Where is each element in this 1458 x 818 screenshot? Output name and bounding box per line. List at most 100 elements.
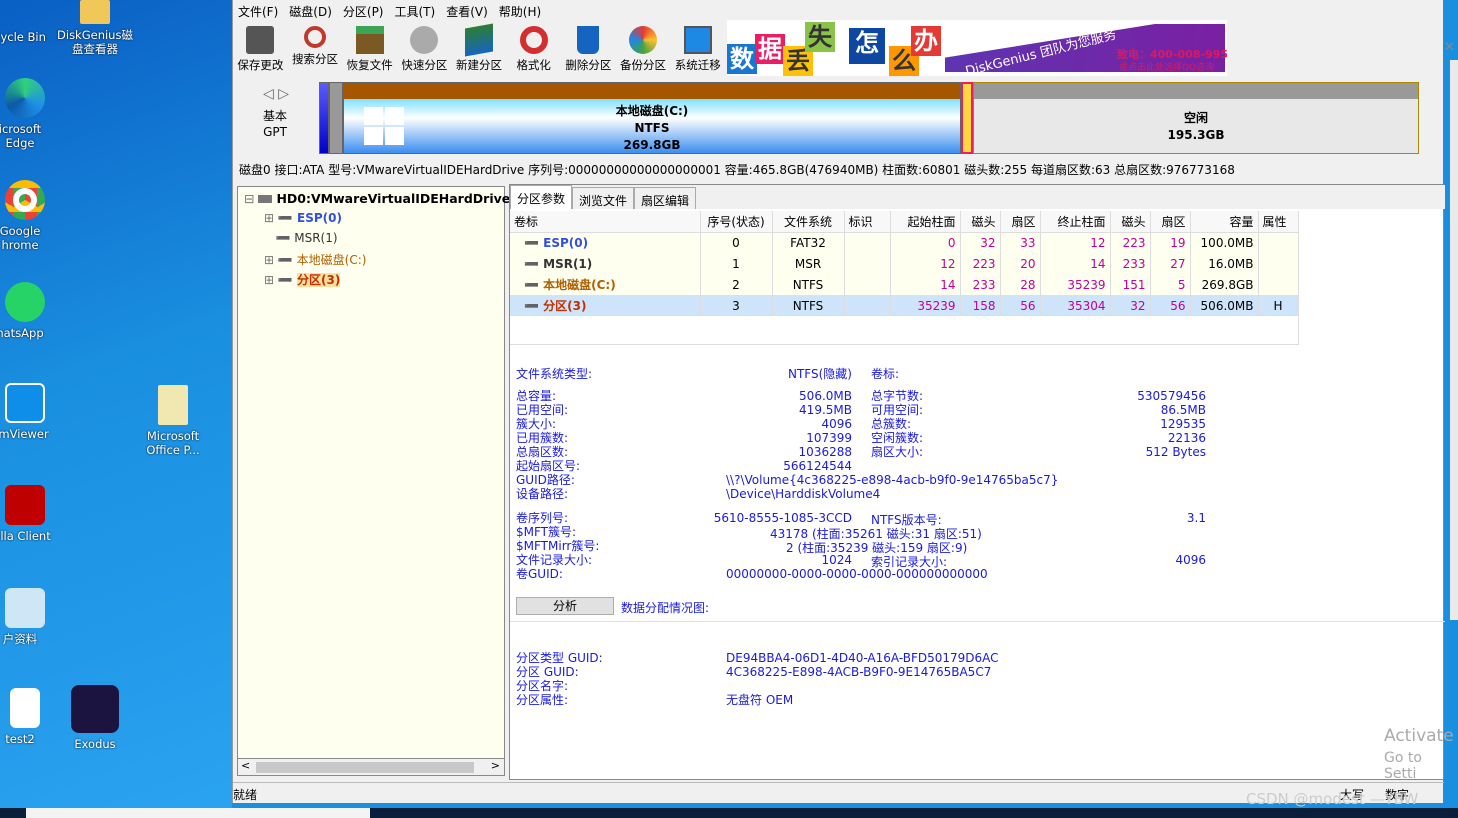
cell: 3	[700, 295, 773, 316]
ntfs-vol-guid: 00000000-0000-0000-0000-000000000000	[726, 567, 988, 581]
office-shortcut[interactable]: Microsoft Office P...	[128, 385, 218, 457]
banner-qq: 或点击此处选择QQ咨询	[1119, 63, 1215, 73]
status-text: 就绪	[233, 788, 258, 802]
exodus-icon	[71, 685, 119, 733]
menu-disk[interactable]: 磁盘(D)	[284, 0, 338, 20]
close-icon[interactable]: ✕	[1444, 40, 1455, 55]
col-header[interactable]: 卷标	[510, 211, 701, 233]
tree-item-msr[interactable]: ➖ MSR(1)	[264, 231, 337, 245]
col-header[interactable]: 起始柱面	[890, 211, 961, 233]
detail-panel: 分区参数 浏览文件 扇区编辑 卷标 序号(状态) 文件系统 标识 起始柱面 磁头…	[509, 184, 1445, 780]
trash-icon	[577, 26, 600, 54]
table-row[interactable]: ➖ 本地磁盘(C:) 2 NTFS 14 233 28 35239 151 5 …	[510, 274, 1299, 295]
cell: 12	[890, 253, 961, 274]
lifebuoy-icon	[519, 26, 548, 54]
diskgenius-viewer-shortcut[interactable]: DiskGenius磁 盘查看器	[50, 0, 140, 56]
format-button[interactable]: 格式化	[506, 22, 561, 76]
search-partition-button[interactable]: 搜索分区	[288, 22, 343, 76]
tree-hscrollbar[interactable]: < >	[237, 758, 505, 776]
label: 可用空间:	[871, 403, 924, 417]
new-partition-button[interactable]: 新建分区	[452, 22, 507, 76]
partition-icon: ➖	[277, 273, 297, 287]
file-icon	[10, 688, 40, 728]
quick-partition-button[interactable]: 快速分区	[397, 22, 452, 76]
cell: 12	[1040, 232, 1111, 253]
filezilla-shortcut[interactable]: Zilla Client	[0, 485, 65, 543]
menu-file[interactable]: 文件(F)	[233, 0, 284, 20]
menu-help[interactable]: 帮助(H)	[494, 0, 547, 20]
col-header[interactable]: 扇区	[1150, 211, 1191, 233]
col-header[interactable]: 磁头	[1110, 211, 1151, 233]
col-header[interactable]: 序号(状态)	[700, 211, 773, 233]
value: DE94BBA4-06D1-4D40-A16A-BFD50179D6AC	[726, 651, 999, 665]
tab-partition-params[interactable]: 分区参数	[510, 185, 573, 209]
label: $MFTMirr簇号:	[516, 539, 600, 553]
scroll-left-icon[interactable]: <	[241, 759, 250, 772]
delete-partition-button[interactable]: 删除分区	[561, 22, 616, 76]
cell: 56	[1000, 295, 1041, 316]
analyze-button[interactable]: 分析	[516, 597, 614, 615]
label: 文件记录大小:	[516, 553, 593, 567]
table-row[interactable]: ➖ MSR(1) 1 MSR 12 223 20 14 233 27 16.0M…	[510, 253, 1299, 274]
whatsapp-shortcut[interactable]: hatsApp	[0, 282, 65, 340]
edge-shortcut[interactable]: icrosoft Edge	[0, 78, 65, 150]
partition-icon: ➖	[524, 256, 544, 271]
teamviewer-shortcut[interactable]: amViewer	[0, 383, 65, 441]
tree-root[interactable]: ⊟ HD0:VMwareVirtualIDEHardDrive(46	[244, 191, 533, 206]
partition-bar-c[interactable]: 本地磁盘(C:) NTFS 269.8GB	[343, 82, 961, 154]
cell: 14	[1040, 253, 1111, 274]
ad-banner[interactable]: 数 据 丢 失 怎 么 办 DiskGenius 团队为您服务 致电：400-0…	[727, 20, 1227, 76]
col-header[interactable]: 扇区	[1000, 211, 1041, 233]
recover-icon	[355, 26, 384, 54]
recover-files-button[interactable]: 恢复文件	[342, 22, 397, 76]
col-header[interactable]: 容量	[1190, 211, 1259, 233]
save-changes-button[interactable]: 保存更改	[233, 22, 288, 76]
cell: FAT32	[772, 232, 845, 253]
partition-bar-3[interactable]	[961, 82, 973, 154]
tab-browse-files[interactable]: 浏览文件	[572, 187, 635, 209]
folder-icon	[80, 0, 110, 24]
value: 107399	[806, 431, 852, 445]
table-row[interactable]: ➖ ESP(0) 0 FAT32 0 32 33 12 223 19 100.0…	[510, 232, 1299, 253]
toolbar: 保存更改 搜索分区 恢复文件 快速分区 新建分区 格式化 删除分区 备份分区 系…	[233, 22, 725, 76]
scroll-right-icon[interactable]: >	[491, 759, 500, 772]
menu-view[interactable]: 查看(V)	[441, 0, 494, 20]
cell: 223	[960, 253, 1001, 274]
label: 已用簇数:	[516, 431, 569, 445]
cell: 233	[1110, 253, 1151, 274]
backup-partition-button[interactable]: 备份分区	[616, 22, 671, 76]
menu-partition[interactable]: 分区(P)	[338, 0, 390, 20]
filezilla-label: Zilla Client	[0, 529, 51, 543]
col-header[interactable]: 磁头	[960, 211, 1001, 233]
value: 419.5MB	[799, 403, 852, 417]
banner-char: 据	[755, 34, 785, 64]
tree-item-c[interactable]: ⊞ ➖ 本地磁盘(C:)	[264, 251, 366, 268]
scroll-thumb[interactable]	[256, 762, 474, 773]
backup-partition-label: 备份分区	[620, 58, 667, 72]
exodus-shortcut[interactable]: Exodus	[50, 685, 140, 751]
tab-sector-edit[interactable]: 扇区编辑	[634, 187, 697, 209]
table-row-selected[interactable]: ➖ 分区(3) 3 NTFS 35239 158 56 35304 32 56 …	[510, 295, 1299, 316]
col-header[interactable]: 文件系统	[772, 211, 845, 233]
system-migration-button[interactable]: 系统迁移	[670, 22, 725, 76]
customer-docs-shortcut[interactable]: 户资料	[0, 588, 65, 646]
col-header[interactable]: 属性	[1258, 211, 1299, 233]
chrome-shortcut[interactable]: Google hrome	[0, 180, 65, 252]
tree-item-partition3[interactable]: ⊞ ➖ 分区(3)	[264, 271, 341, 288]
taskbar	[0, 808, 1458, 818]
col-header[interactable]: 标识	[844, 211, 891, 233]
partition-bar-msr[interactable]	[329, 82, 343, 154]
outer-scrollbar[interactable]	[1450, 60, 1458, 620]
tree-item-esp[interactable]: ⊞ ➖ ESP(0)	[264, 211, 342, 225]
disk-nav-arrows[interactable]: ◁ ▷	[263, 86, 289, 102]
cell: 33	[1000, 232, 1041, 253]
idx-size-label: 索引记录大小:	[871, 555, 948, 569]
partition-bar-esp[interactable]	[319, 82, 329, 154]
partition-bar-free[interactable]: 空闲 195.3GB	[973, 82, 1419, 154]
menu-tools[interactable]: 工具(T)	[390, 0, 442, 20]
col-header[interactable]: 终止柱面	[1040, 211, 1111, 233]
cell: 14	[890, 274, 961, 295]
taskbar-search[interactable]	[26, 808, 370, 818]
cell: 0	[890, 232, 961, 253]
fs-left-values: 506.0MB 419.5MB 4096 107399 1036288 5661…	[710, 389, 852, 473]
